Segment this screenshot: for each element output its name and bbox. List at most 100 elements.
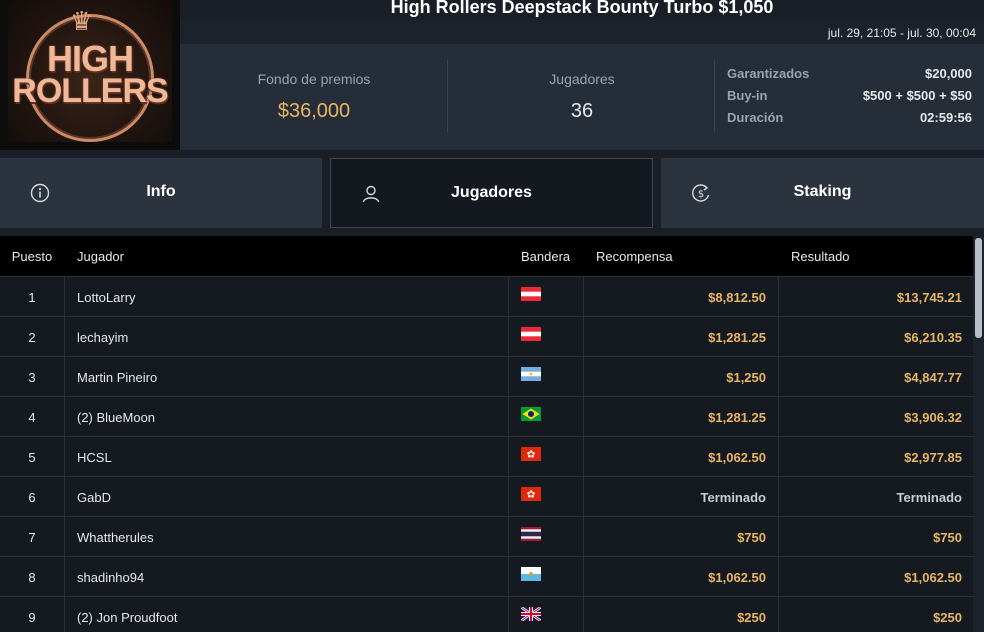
tournament-details: Garantizados $20,000 Buy-in $500 + $500 … — [727, 66, 972, 132]
detail-label: Buy-in — [727, 88, 768, 103]
tab-label: Staking — [793, 183, 852, 200]
austria-flag — [521, 327, 541, 341]
tab-players[interactable]: Jugadores — [330, 158, 653, 228]
player-name[interactable]: lechayim — [77, 330, 128, 345]
argentina-flag — [521, 367, 541, 381]
player-name[interactable]: Martin Pineiro — [77, 370, 157, 385]
crown-icon: ♛ — [70, 6, 94, 36]
bounty-cell: $1,250 — [726, 370, 766, 385]
detail-buy-in: Buy-in $500 + $500 + $50 — [727, 88, 972, 110]
header-result[interactable]: Resultado — [791, 249, 850, 264]
tab-label: Info — [146, 183, 176, 200]
position-cell: 3 — [28, 370, 36, 385]
player-name[interactable]: shadinho94 — [77, 570, 144, 585]
detail-guaranteed: Garantizados $20,000 — [727, 66, 972, 88]
bounty-cell: Terminado — [700, 490, 767, 505]
result-cell: $2,977.85 — [904, 450, 962, 465]
tab-bar: Info Jugadores $ Staking — [0, 150, 984, 236]
tournament-dates: jul. 29, 21:05 - jul. 30, 00:04 — [827, 26, 976, 40]
table-body: 1 LottoLarry $8,812.50 $13,745.21 2 lechayim $… — [0, 276, 973, 632]
result-cell: $3,906.32 — [904, 410, 962, 425]
table-row[interactable]: 3 Martin Pineiro $1,250 $4,847.77 — [0, 356, 973, 396]
san-marino-flag — [521, 567, 541, 581]
result-cell: $13,745.21 — [896, 290, 962, 305]
column-divider — [508, 276, 509, 632]
result-cell: $6,210.35 — [904, 330, 962, 345]
position-cell: 5 — [28, 450, 36, 465]
player-name[interactable]: (2) Jon Proudfoot — [77, 610, 177, 625]
detail-label: Garantizados — [727, 66, 810, 81]
table-row[interactable]: 5 HCSL $1,062.50 $2,977.85 — [0, 436, 973, 476]
position-cell: 9 — [28, 610, 36, 625]
players-value: 36 — [570, 100, 594, 122]
header-bounty[interactable]: Recompensa — [596, 249, 673, 264]
tab-label: Jugadores — [451, 184, 532, 201]
table-row[interactable]: 9 (2) Jon Proudfoot $250 $250 — [0, 596, 973, 632]
column-divider — [64, 276, 65, 632]
table-row[interactable]: 6 GabD Terminado Terminado — [0, 476, 973, 516]
position-cell: 8 — [28, 570, 36, 585]
high-rollers-logo-image: ♛ HIGH ROLLERS — [8, 0, 172, 142]
brazil-flag — [521, 407, 541, 421]
result-cell: $250 — [933, 610, 962, 625]
detail-label: Duración — [727, 110, 784, 125]
column-divider — [583, 276, 584, 632]
logo-text-line2: ROLLERS — [12, 72, 168, 110]
player-name[interactable]: GabD — [77, 490, 111, 505]
player-name[interactable]: (2) BlueMoon — [77, 410, 155, 425]
table-row[interactable]: 7 Whattherules $750 $750 — [0, 516, 973, 556]
uk-flag — [521, 607, 541, 621]
players-stat: Jugadores 36 — [448, 44, 716, 150]
result-cell: $1,062.50 — [904, 570, 962, 585]
table-header: Puesto Jugador Bandera Recompensa Result… — [0, 236, 973, 276]
hong-kong-flag — [521, 447, 541, 461]
title-bar: High Rollers Deepstack Bounty Turbo $1,0… — [180, 0, 984, 20]
thailand-flag — [521, 527, 541, 541]
table-row[interactable]: 1 LottoLarry $8,812.50 $13,745.21 — [0, 276, 973, 316]
prize-pool-label: Fondo de premios — [257, 71, 371, 87]
players-label: Jugadores — [549, 71, 615, 87]
dates-bar: jul. 29, 21:05 - jul. 30, 00:04 — [180, 20, 984, 44]
prize-pool-value: $36,000 — [277, 100, 351, 122]
header-position[interactable]: Puesto — [0, 249, 64, 264]
tournament-logo: ♛ HIGH ROLLERS — [0, 0, 180, 150]
austria-flag — [521, 287, 541, 301]
bounty-cell: $1,062.50 — [708, 450, 766, 465]
hong-kong-flag — [521, 487, 541, 501]
result-cell: $4,847.77 — [904, 370, 962, 385]
bounty-cell: $750 — [737, 530, 766, 545]
bounty-cell: $250 — [737, 610, 766, 625]
position-cell: 4 — [28, 410, 36, 425]
table-row[interactable]: 2 lechayim $1,281.25 $6,210.35 — [0, 316, 973, 356]
table-row[interactable]: 4 (2) BlueMoon $1,281.25 $3,906.32 — [0, 396, 973, 436]
position-cell: 2 — [28, 330, 36, 345]
detail-value: $20,000 — [925, 66, 972, 81]
players-table: Puesto Jugador Bandera Recompensa Result… — [0, 236, 973, 632]
player-name[interactable]: HCSL — [77, 450, 112, 465]
tab-staking[interactable]: $ Staking — [661, 158, 984, 228]
bounty-cell: $8,812.50 — [708, 290, 766, 305]
header-player[interactable]: Jugador — [77, 249, 124, 264]
header-flag[interactable]: Bandera — [521, 249, 570, 264]
player-name[interactable]: LottoLarry — [77, 290, 136, 305]
player-name[interactable]: Whattherules — [77, 530, 154, 545]
bounty-cell: $1,281.25 — [708, 410, 766, 425]
column-divider — [778, 276, 779, 632]
bounty-cell: $1,281.25 — [708, 330, 766, 345]
detail-value: 02:59:56 — [919, 110, 972, 125]
position-cell: 7 — [28, 530, 36, 545]
tournament-title: High Rollers Deepstack Bounty Turbo $1,0… — [390, 0, 774, 17]
position-cell: 1 — [28, 290, 36, 305]
table-row[interactable]: 8 shadinho94 $1,062.50 $1,062.50 — [0, 556, 973, 596]
position-cell: 6 — [28, 490, 36, 505]
prize-pool-stat: Fondo de premios $36,000 — [180, 44, 448, 150]
table-scrollbar[interactable] — [973, 236, 984, 632]
stats-panel: Fondo de premios $36,000 Jugadores 36 Ga… — [180, 44, 984, 150]
result-cell: $750 — [933, 530, 962, 545]
stats-divider — [714, 60, 715, 132]
bounty-cell: $1,062.50 — [708, 570, 766, 585]
scrollbar-thumb[interactable] — [975, 238, 982, 338]
result-cell: Terminado — [896, 490, 963, 505]
detail-value: $500 + $500 + $50 — [862, 88, 972, 103]
tab-info[interactable]: Info — [0, 158, 322, 228]
